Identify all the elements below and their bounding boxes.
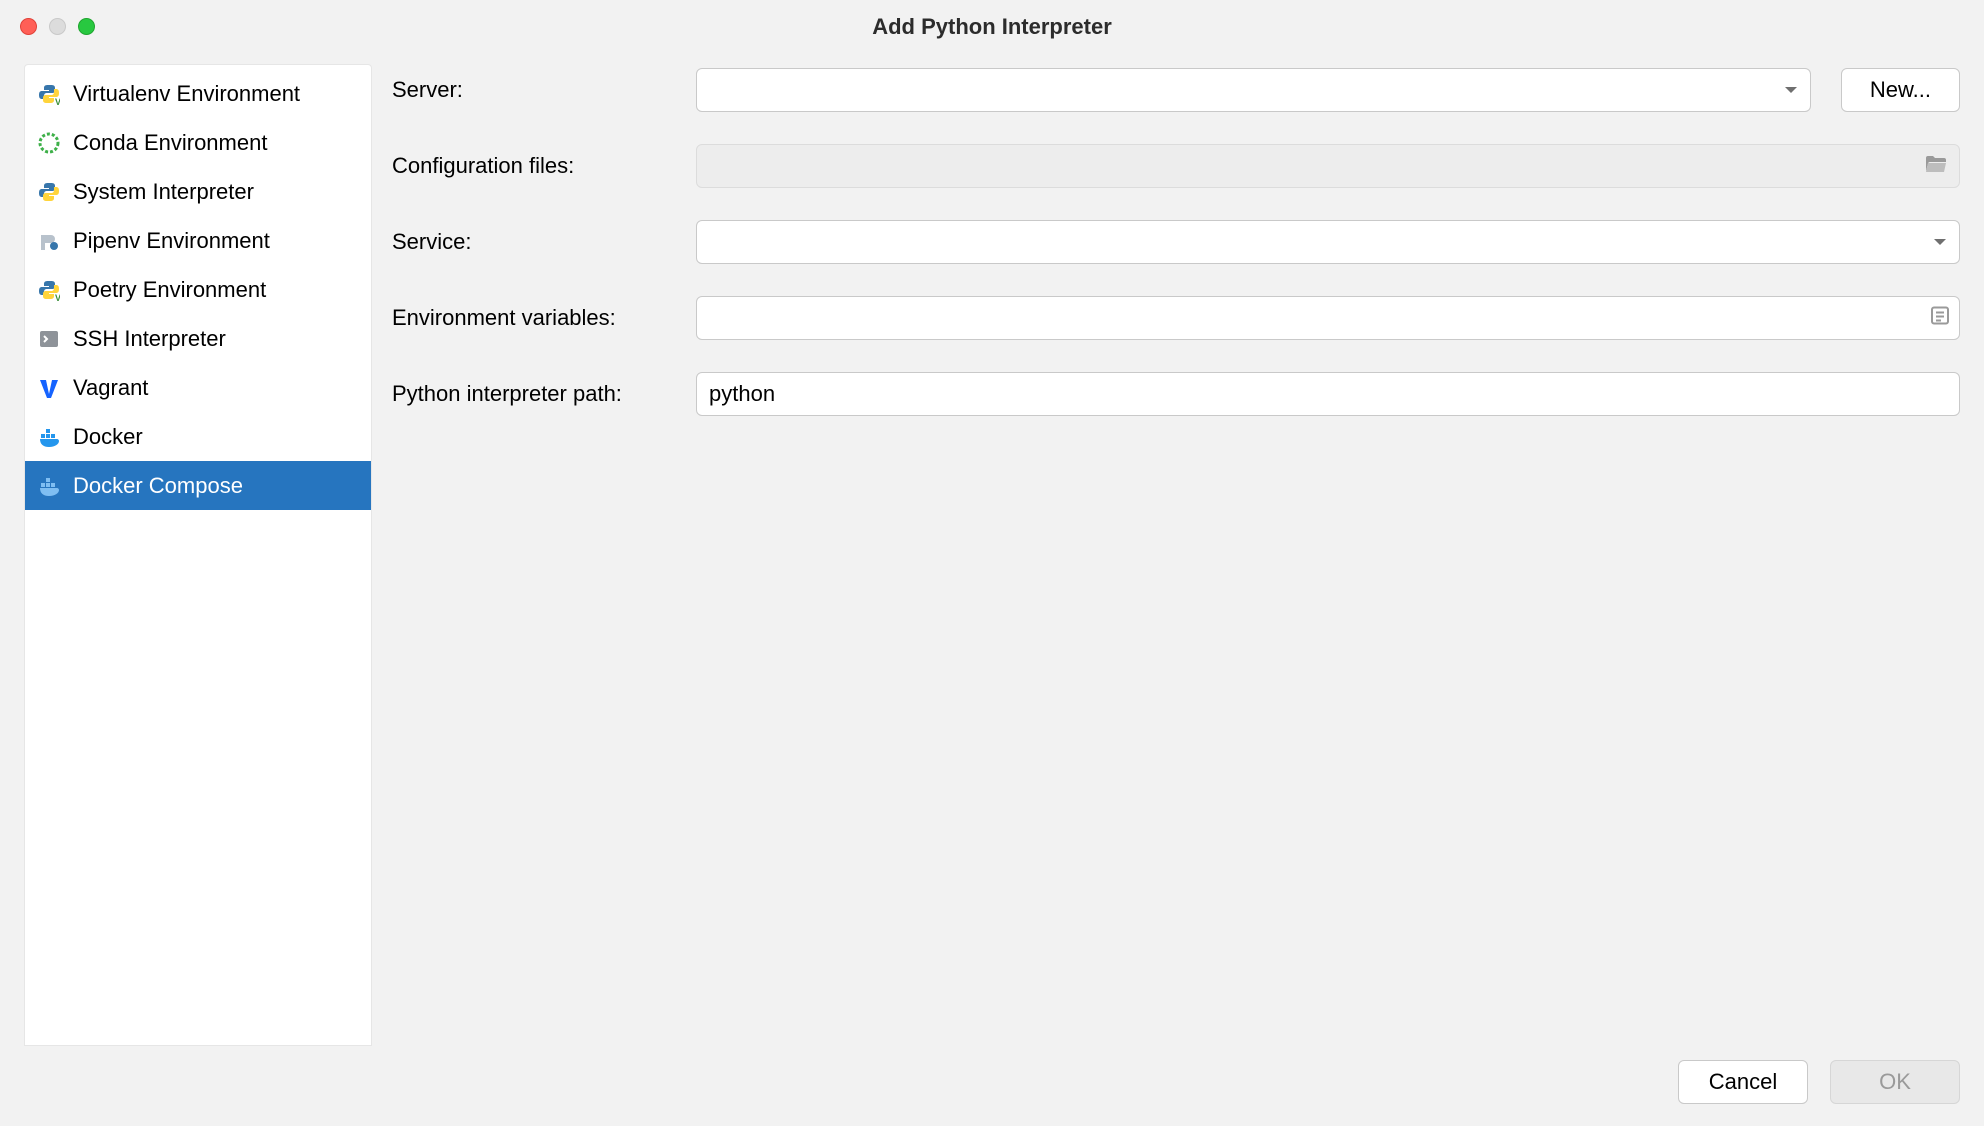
config-files-field <box>696 144 1960 188</box>
service-row: Service: <box>392 220 1960 264</box>
docker-compose-icon <box>37 474 61 498</box>
python-v-icon: V <box>37 278 61 302</box>
dialog-window: Add Python Interpreter V Virtualenv Envi… <box>0 0 1984 1126</box>
vagrant-icon <box>37 376 61 400</box>
sidebar-item-ssh[interactable]: SSH Interpreter <box>25 314 371 363</box>
traffic-lights <box>20 18 95 35</box>
server-row: Server: New... <box>392 68 1960 112</box>
sidebar-item-label: Docker <box>73 424 143 450</box>
sidebar-item-label: Pipenv Environment <box>73 228 270 254</box>
dialog-footer: Cancel OK <box>0 1046 1984 1126</box>
chevron-down-icon <box>1933 234 1947 250</box>
sidebar-item-label: Docker Compose <box>73 473 243 499</box>
service-dropdown[interactable] <box>696 220 1960 264</box>
sidebar-item-virtualenv[interactable]: V Virtualenv Environment <box>25 69 371 118</box>
sidebar-item-pipenv[interactable]: Pipenv Environment <box>25 216 371 265</box>
list-edit-icon[interactable] <box>1930 306 1950 331</box>
svg-text:V: V <box>55 97 60 105</box>
docker-icon <box>37 425 61 449</box>
sidebar-item-docker[interactable]: Docker <box>25 412 371 461</box>
sidebar-item-docker-compose[interactable]: Docker Compose <box>25 461 371 510</box>
svg-text:V: V <box>55 293 60 301</box>
interpreter-type-sidebar: V Virtualenv Environment Conda Environme… <box>24 64 372 1046</box>
cancel-button[interactable]: Cancel <box>1678 1060 1808 1104</box>
conda-icon <box>37 131 61 155</box>
folder-open-icon[interactable] <box>1925 153 1947 179</box>
python-path-row: Python interpreter path: <box>392 372 1960 416</box>
python-v-icon: V <box>37 82 61 106</box>
sidebar-item-label: SSH Interpreter <box>73 326 226 352</box>
env-vars-input[interactable] <box>696 296 1960 340</box>
minimize-window-button <box>49 18 66 35</box>
close-window-button[interactable] <box>20 18 37 35</box>
server-dropdown[interactable] <box>696 68 1811 112</box>
form-panel: Server: New... Configuration files: <box>372 64 1972 1046</box>
chevron-down-icon <box>1784 82 1798 98</box>
python-path-label: Python interpreter path: <box>392 381 696 407</box>
dialog-content: V Virtualenv Environment Conda Environme… <box>0 54 1984 1046</box>
python-icon <box>37 180 61 204</box>
sidebar-item-vagrant[interactable]: Vagrant <box>25 363 371 412</box>
sidebar-item-label: Conda Environment <box>73 130 267 156</box>
title-bar: Add Python Interpreter <box>0 0 1984 54</box>
pipenv-icon <box>37 229 61 253</box>
sidebar-item-system[interactable]: System Interpreter <box>25 167 371 216</box>
sidebar-item-label: Virtualenv Environment <box>73 81 300 107</box>
python-path-input[interactable] <box>696 372 1960 416</box>
sidebar-item-label: Vagrant <box>73 375 148 401</box>
server-label: Server: <box>392 77 696 103</box>
terminal-icon <box>37 327 61 351</box>
zoom-window-button[interactable] <box>78 18 95 35</box>
sidebar-item-label: System Interpreter <box>73 179 254 205</box>
server-new-button[interactable]: New... <box>1841 68 1960 112</box>
config-files-row: Configuration files: <box>392 144 1960 188</box>
sidebar-item-conda[interactable]: Conda Environment <box>25 118 371 167</box>
env-vars-row: Environment variables: <box>392 296 1960 340</box>
ok-button: OK <box>1830 1060 1960 1104</box>
env-vars-label: Environment variables: <box>392 305 696 331</box>
sidebar-item-poetry[interactable]: V Poetry Environment <box>25 265 371 314</box>
config-files-label: Configuration files: <box>392 153 696 179</box>
dialog-title: Add Python Interpreter <box>872 14 1112 40</box>
sidebar-item-label: Poetry Environment <box>73 277 266 303</box>
service-label: Service: <box>392 229 696 255</box>
